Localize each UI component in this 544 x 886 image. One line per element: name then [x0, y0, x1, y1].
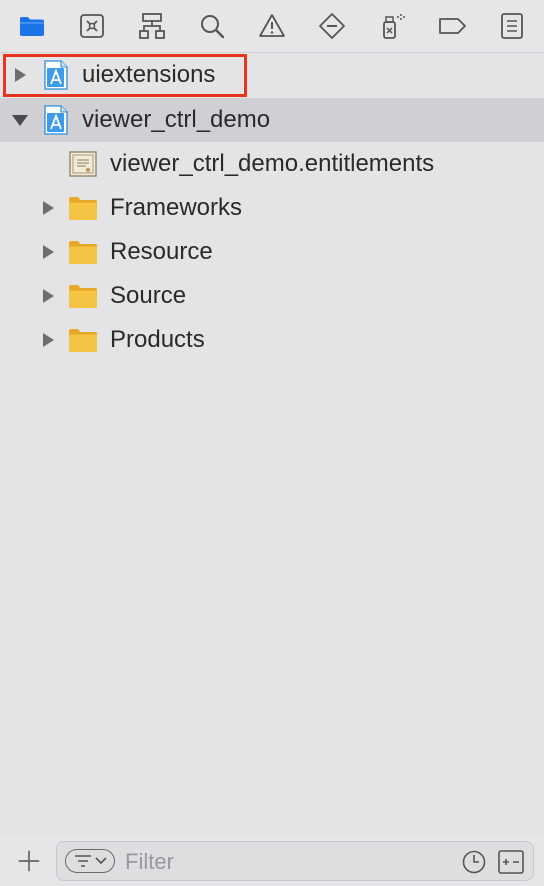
tree-row-entitlements[interactable]: viewer_ctrl_demo.entitlements — [0, 142, 544, 186]
filter-field[interactable] — [56, 841, 534, 881]
debug-navigator-tab[interactable] — [372, 8, 412, 44]
project-navigator-tab[interactable] — [12, 8, 52, 44]
tree-row-label: Frameworks — [110, 194, 243, 221]
disclosure-collapsed-icon[interactable] — [38, 286, 58, 306]
tree-row-frameworks[interactable]: Frameworks — [0, 186, 544, 230]
filter-options-button[interactable] — [65, 849, 115, 873]
tree-row-label: viewer_ctrl_demo — [82, 106, 271, 133]
tree-row-label: viewer_ctrl_demo.entitlements — [110, 150, 435, 177]
disclosure-expanded-icon[interactable] — [10, 110, 30, 130]
spray-icon — [383, 14, 405, 39]
plus-icon — [18, 850, 40, 872]
hierarchy-icon — [139, 13, 165, 39]
disclosure-collapsed-icon[interactable] — [38, 242, 58, 262]
source-control-changes-icon[interactable] — [497, 848, 525, 876]
list-icon — [501, 13, 523, 39]
breakpoint-navigator-tab[interactable] — [432, 8, 472, 44]
entitlements-file-icon — [69, 151, 97, 177]
tree-row-label: Products — [110, 326, 205, 353]
disclosure-collapsed-icon[interactable] — [10, 65, 30, 85]
clock-icon[interactable] — [461, 849, 487, 875]
xcode-project-icon — [44, 105, 68, 135]
tree-row-viewer-ctrl-demo[interactable]: viewer_ctrl_demo — [0, 98, 544, 142]
folder-icon — [69, 285, 97, 308]
filter-input[interactable] — [123, 846, 447, 878]
disclosure-collapsed-icon[interactable] — [38, 198, 58, 218]
tag-icon — [439, 18, 466, 34]
navigator-filter-bar — [0, 836, 544, 886]
folder-icon — [20, 17, 44, 36]
find-navigator-tab[interactable] — [192, 8, 232, 44]
tree-row-label: uiextensions — [82, 61, 216, 88]
navigator-toolbar — [0, 0, 544, 53]
tree-row-label: Resource — [110, 238, 213, 265]
folder-icon — [69, 197, 97, 220]
xcode-project-icon — [44, 60, 68, 90]
issue-navigator-tab[interactable] — [252, 8, 292, 44]
filter-lines-icon — [74, 855, 91, 867]
tree-row-resource[interactable]: Resource — [0, 230, 544, 274]
add-button[interactable] — [14, 846, 44, 876]
test-navigator-tab[interactable] — [312, 8, 352, 44]
source-control-navigator-tab[interactable] — [72, 8, 112, 44]
chevron-down-icon — [94, 857, 107, 865]
warning-icon — [259, 14, 285, 37]
tree-row-source[interactable]: Source — [0, 274, 544, 318]
symbol-navigator-tab[interactable] — [132, 8, 172, 44]
tree-row-products[interactable]: Products — [0, 318, 544, 362]
report-navigator-tab[interactable] — [492, 8, 532, 44]
magnifier-icon — [201, 15, 225, 39]
tree-row-label: Source — [110, 282, 187, 309]
diamond-minus-icon — [319, 13, 345, 39]
source-control-icon — [80, 14, 104, 38]
disclosure-collapsed-icon[interactable] — [38, 330, 58, 350]
folder-icon — [69, 241, 97, 264]
folder-icon — [69, 329, 97, 352]
tree-row-uiextensions[interactable]: uiextensions — [0, 53, 544, 97]
